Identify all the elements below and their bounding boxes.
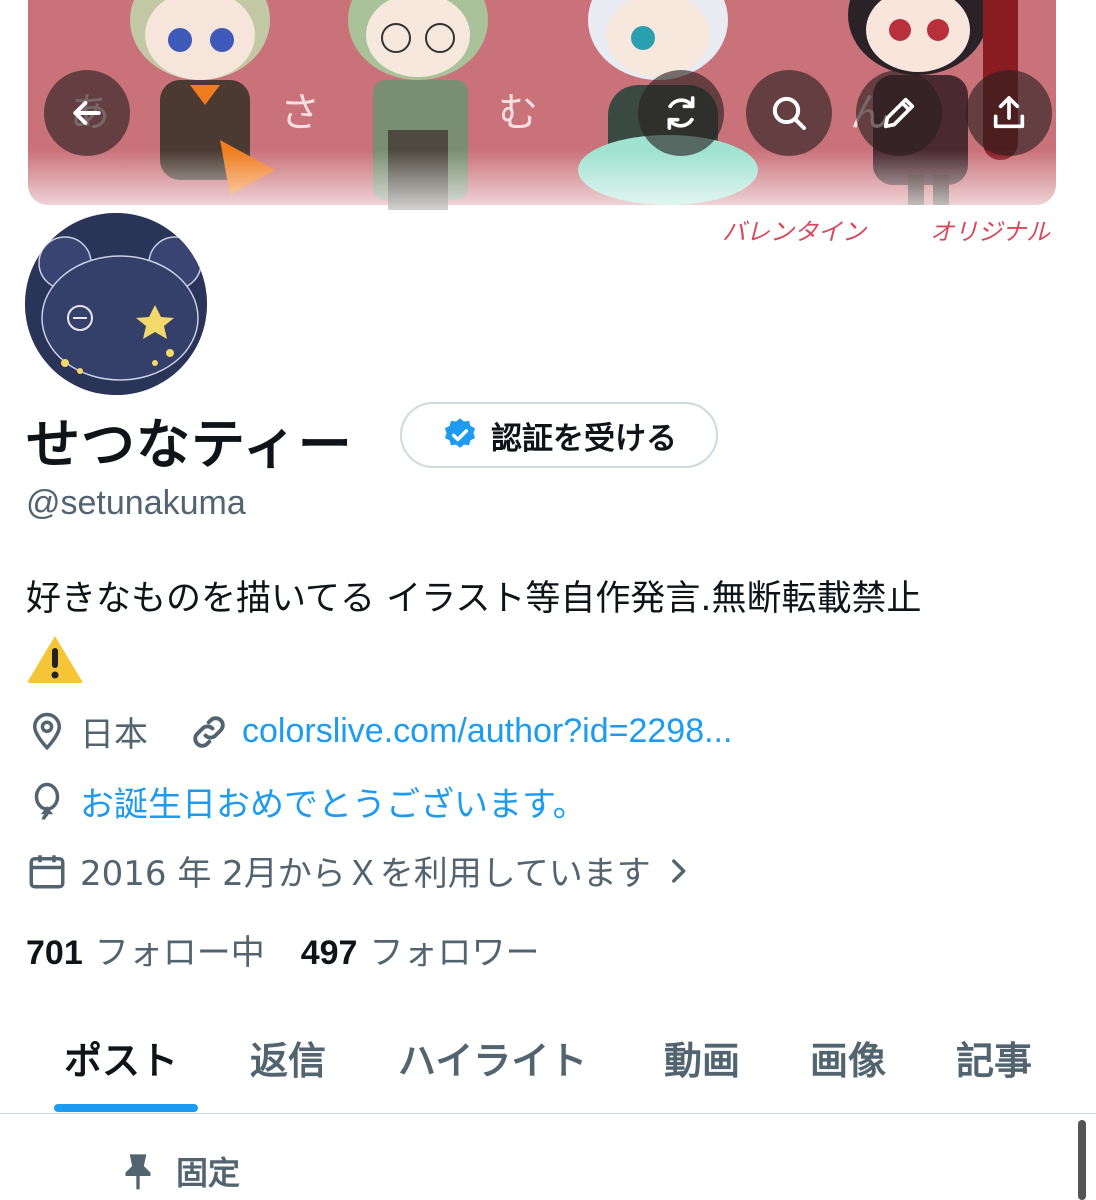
tab-images[interactable]: 画像 [810,1030,886,1085]
active-tab-indicator [54,1104,198,1112]
refresh-button[interactable] [638,70,724,156]
tab-videos[interactable]: 動画 [664,1030,740,1085]
search-button[interactable] [746,70,832,156]
back-button[interactable] [44,70,130,156]
pin-icon [125,1154,151,1190]
following-stat[interactable]: 701 フォロー中 [26,925,265,974]
followers-count: 497 [300,934,358,972]
following-label: フォロー中 [94,933,265,973]
followers-stat[interactable]: 497 フォロワー [301,925,540,974]
search-icon [772,96,806,130]
bio-text: 好きなものを描いてる イラスト等自作発言.無断転載禁止 [26,579,922,619]
joined-row[interactable]: 2016 年 2月からＸを利用しています [26,846,707,895]
following-count: 701 [26,934,83,972]
profile-tabs: ポスト 返信 ハイライト 動画 画像 記事 [0,1020,1096,1114]
banner-kana: む [498,90,538,136]
refresh-icon [667,96,695,130]
user-handle: @setunakuma [26,484,246,522]
edit-button[interactable] [856,70,942,156]
warning-icon [27,636,83,683]
website-link[interactable]: colorslive.com/author?id=2298... [242,712,732,751]
location-pin-icon [32,712,62,750]
followers-label: フォロワー [369,933,540,973]
display-name: せつなティー [26,413,353,476]
banner-caption: オリジナル [930,218,1050,246]
location-link-row: 日本 colorslive.com/author?id=2298... [26,707,732,756]
calendar-icon [29,854,65,888]
get-verified-button[interactable]: 認証を受ける [400,402,718,468]
profile-banner[interactable]: あ さ む ん バレンタイン オリジナル [0,0,1096,250]
tab-posts[interactable]: ポスト [64,1030,178,1085]
birthday-message[interactable]: お誕生日おめでとうございます。 [80,777,587,826]
verified-badge-icon [444,418,476,448]
avatar-image [25,213,207,395]
share-button[interactable] [966,70,1052,156]
tab-articles[interactable]: 記事 [956,1030,1032,1085]
joined-date: 2016 年 2月からＸを利用しています [80,854,651,894]
balloon-icon [34,782,60,820]
banner-kana: さ [280,90,320,136]
pinned-post-label: 固定 [120,1148,240,1194]
link-icon [193,715,225,748]
tab-highlights[interactable]: ハイライト [398,1030,587,1085]
arrow-left-icon [73,101,101,125]
pinned-label: 固定 [176,1154,241,1192]
get-verified-label: 認証を受ける [491,420,677,457]
chevron-right-icon [671,858,686,883]
follow-stats: 701 フォロー中 497 フォロワー [26,925,575,974]
scrollbar[interactable] [1078,1120,1086,1200]
birthday-row: お誕生日おめでとうございます。 [26,777,587,826]
avatar[interactable] [20,208,212,400]
pencil-icon [883,97,915,129]
tab-replies[interactable]: 返信 [250,1030,326,1085]
share-icon [993,96,1025,129]
banner-caption: バレンタイン [722,218,866,246]
location-text: 日本 [80,715,148,755]
